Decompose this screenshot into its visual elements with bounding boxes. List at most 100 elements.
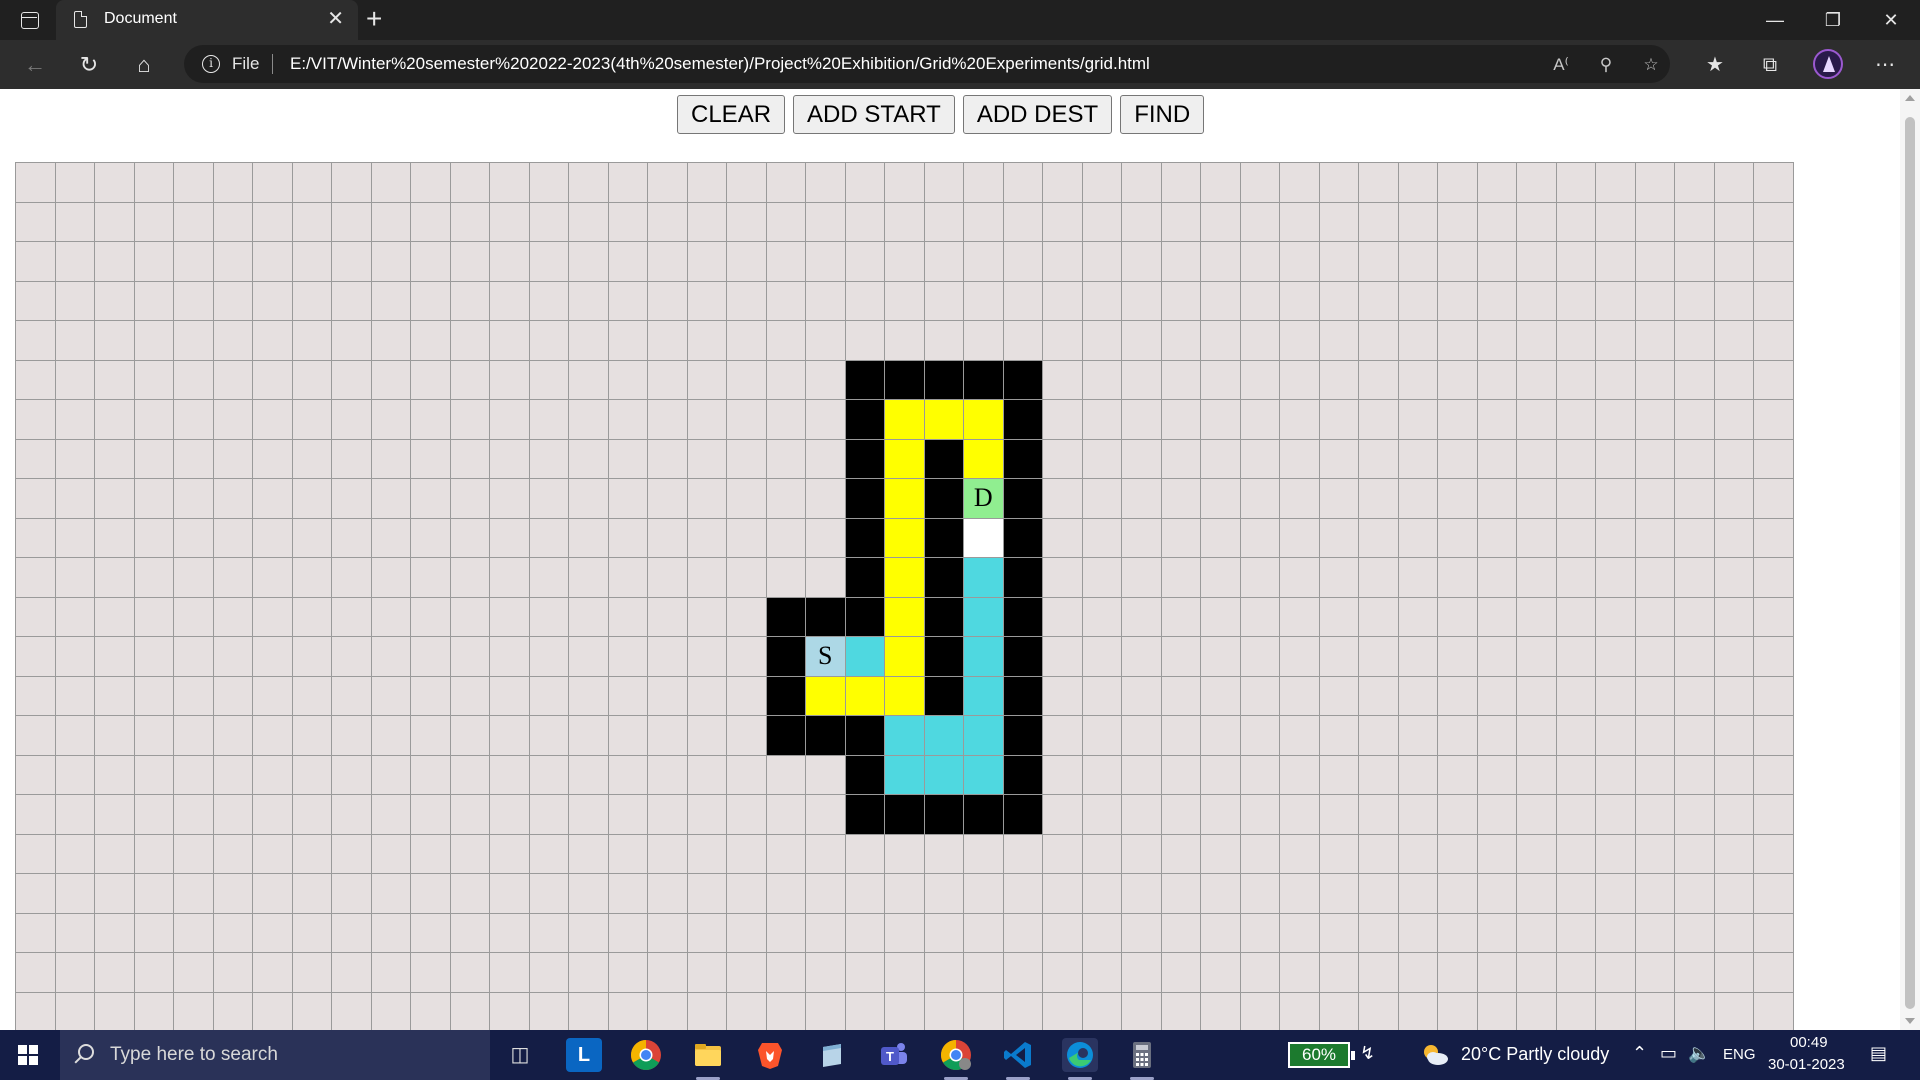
empty-cell[interactable]	[1477, 953, 1517, 993]
empty-cell[interactable]	[1319, 518, 1359, 558]
empty-cell[interactable]	[1754, 676, 1794, 716]
empty-cell[interactable]	[1477, 716, 1517, 756]
vertical-scrollbar[interactable]	[1900, 89, 1920, 1030]
empty-cell[interactable]	[253, 834, 293, 874]
empty-cell[interactable]	[16, 834, 56, 874]
path-cell[interactable]	[924, 716, 964, 756]
empty-cell[interactable]	[569, 637, 609, 677]
empty-cell[interactable]	[1635, 281, 1675, 321]
empty-cell[interactable]	[806, 202, 846, 242]
empty-cell[interactable]	[924, 874, 964, 914]
empty-cell[interactable]	[134, 992, 174, 1030]
empty-cell[interactable]	[806, 360, 846, 400]
empty-cell[interactable]	[134, 834, 174, 874]
empty-cell[interactable]	[806, 992, 846, 1030]
empty-cell[interactable]	[964, 321, 1004, 361]
wall-cell[interactable]	[766, 676, 806, 716]
empty-cell[interactable]	[95, 281, 135, 321]
empty-cell[interactable]	[1122, 874, 1162, 914]
empty-cell[interactable]	[95, 716, 135, 756]
empty-cell[interactable]	[1280, 281, 1320, 321]
empty-cell[interactable]	[1319, 321, 1359, 361]
empty-cell[interactable]	[806, 163, 846, 203]
empty-cell[interactable]	[1359, 242, 1399, 282]
empty-cell[interactable]	[1675, 400, 1715, 440]
empty-cell[interactable]	[1240, 558, 1280, 598]
empty-cell[interactable]	[1043, 242, 1083, 282]
empty-cell[interactable]	[1517, 676, 1557, 716]
empty-cell[interactable]	[1240, 202, 1280, 242]
empty-cell[interactable]	[1043, 637, 1083, 677]
empty-cell[interactable]	[490, 400, 530, 440]
empty-cell[interactable]	[292, 716, 332, 756]
empty-cell[interactable]	[490, 992, 530, 1030]
empty-cell[interactable]	[569, 795, 609, 835]
empty-cell[interactable]	[1359, 874, 1399, 914]
empty-cell[interactable]	[371, 321, 411, 361]
empty-cell[interactable]	[1122, 202, 1162, 242]
empty-cell[interactable]	[608, 518, 648, 558]
empty-cell[interactable]	[55, 400, 95, 440]
empty-cell[interactable]	[1161, 242, 1201, 282]
url-text[interactable]: E:/VIT/Winter%20semester%202022-2023(4th…	[290, 54, 1150, 74]
empty-cell[interactable]	[648, 676, 688, 716]
empty-cell[interactable]	[1635, 202, 1675, 242]
empty-cell[interactable]	[1714, 400, 1754, 440]
empty-cell[interactable]	[174, 834, 214, 874]
empty-cell[interactable]	[371, 913, 411, 953]
empty-cell[interactable]	[727, 874, 767, 914]
empty-cell[interactable]	[1043, 518, 1083, 558]
empty-cell[interactable]	[1161, 953, 1201, 993]
clock-date[interactable]: 30-01-2023	[1768, 1056, 1845, 1073]
empty-cell[interactable]	[1438, 913, 1478, 953]
empty-cell[interactable]	[766, 242, 806, 282]
empty-cell[interactable]	[1477, 439, 1517, 479]
empty-cell[interactable]	[1161, 360, 1201, 400]
chrome-icon[interactable]	[628, 1038, 664, 1072]
empty-cell[interactable]	[924, 281, 964, 321]
empty-cell[interactable]	[608, 992, 648, 1030]
empty-cell[interactable]	[964, 834, 1004, 874]
empty-cell[interactable]	[1438, 558, 1478, 598]
wall-cell[interactable]	[766, 716, 806, 756]
empty-cell[interactable]	[1675, 953, 1715, 993]
empty-cell[interactable]	[1556, 597, 1596, 637]
empty-cell[interactable]	[727, 992, 767, 1030]
path-cell[interactable]	[885, 755, 925, 795]
wall-cell[interactable]	[924, 795, 964, 835]
empty-cell[interactable]	[450, 360, 490, 400]
empty-cell[interactable]	[845, 992, 885, 1030]
find-button[interactable]: FIND	[1120, 95, 1205, 134]
empty-cell[interactable]	[1754, 518, 1794, 558]
empty-cell[interactable]	[292, 597, 332, 637]
empty-cell[interactable]	[1082, 676, 1122, 716]
empty-cell[interactable]	[1122, 281, 1162, 321]
empty-cell[interactable]	[292, 479, 332, 519]
empty-cell[interactable]	[55, 755, 95, 795]
empty-cell[interactable]	[806, 439, 846, 479]
empty-cell[interactable]	[806, 479, 846, 519]
empty-cell[interactable]	[1319, 874, 1359, 914]
empty-cell[interactable]	[1003, 953, 1043, 993]
empty-cell[interactable]	[1596, 281, 1636, 321]
address-bar[interactable]: i File E:/VIT/Winter%20semester%202022-2…	[184, 45, 1670, 83]
empty-cell[interactable]	[292, 637, 332, 677]
empty-cell[interactable]	[134, 874, 174, 914]
empty-cell[interactable]	[1280, 479, 1320, 519]
wall-cell[interactable]	[845, 755, 885, 795]
empty-cell[interactable]	[845, 321, 885, 361]
empty-cell[interactable]	[490, 558, 530, 598]
empty-cell[interactable]	[845, 202, 885, 242]
empty-cell[interactable]	[1517, 360, 1557, 400]
empty-cell[interactable]	[806, 558, 846, 598]
empty-cell[interactable]	[1675, 992, 1715, 1030]
empty-cell[interactable]	[1477, 518, 1517, 558]
empty-cell[interactable]	[1280, 716, 1320, 756]
empty-cell[interactable]	[727, 676, 767, 716]
empty-cell[interactable]	[16, 795, 56, 835]
empty-cell[interactable]	[1438, 834, 1478, 874]
add-start-button[interactable]: ADD START	[793, 95, 955, 134]
empty-cell[interactable]	[55, 953, 95, 993]
empty-cell[interactable]	[806, 874, 846, 914]
empty-cell[interactable]	[1201, 439, 1241, 479]
